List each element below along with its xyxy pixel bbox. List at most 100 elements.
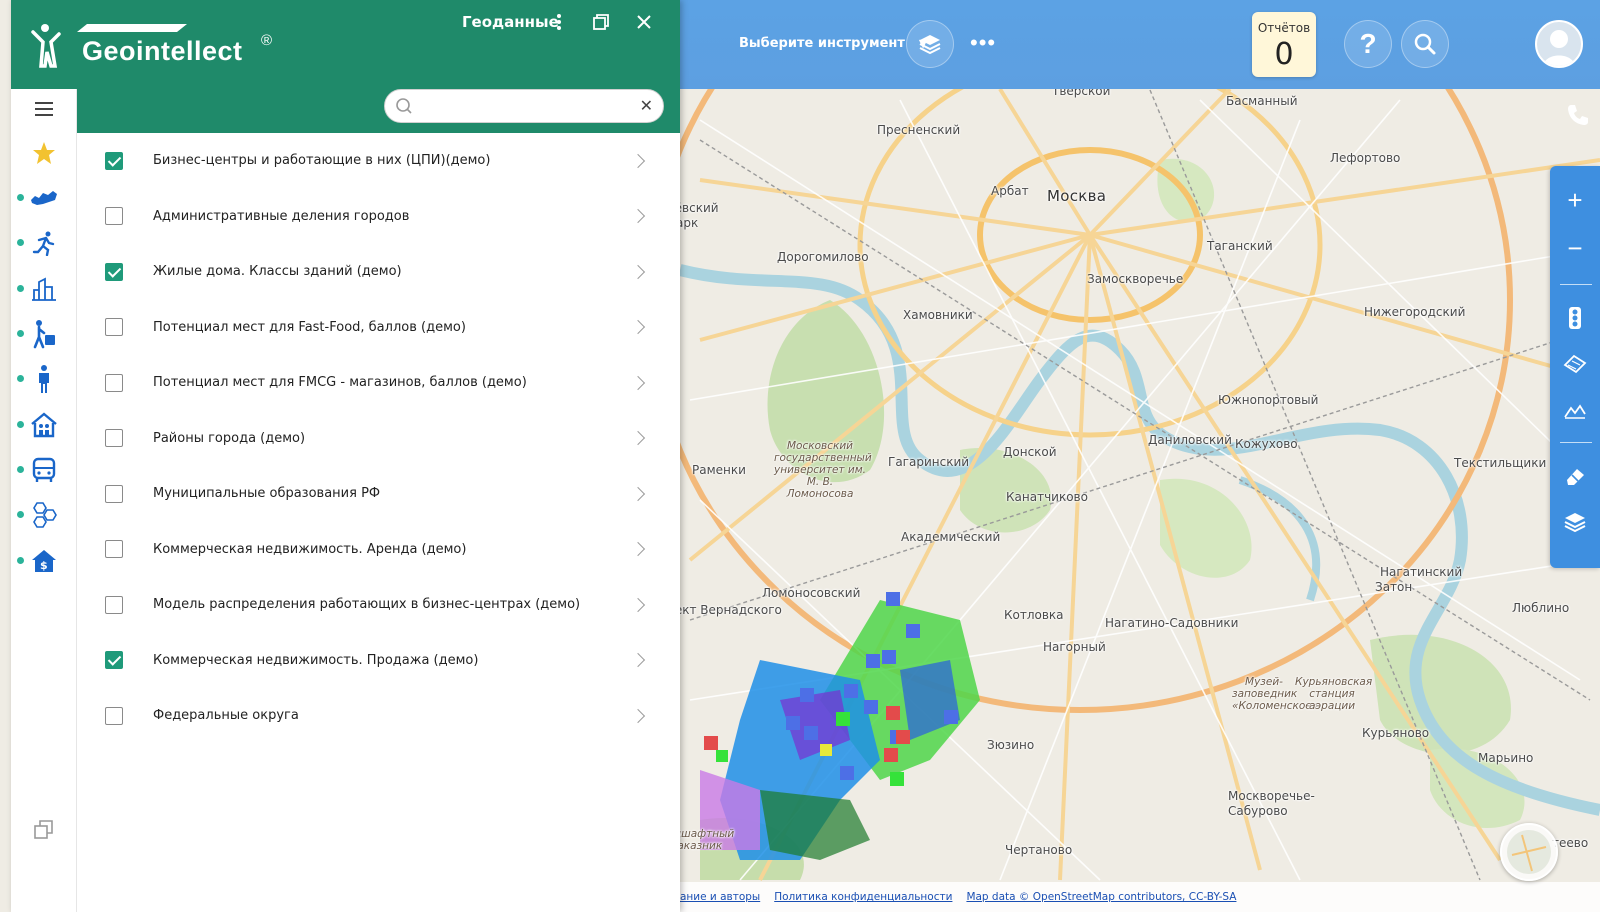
- hex-grid-category[interactable]: [11, 495, 77, 535]
- layer-checkbox[interactable]: [105, 651, 123, 670]
- tool-select[interactable]: Выберите инструмент ▼: [739, 31, 927, 55]
- logo: Geointellect ®: [29, 18, 289, 74]
- minus-icon: −: [1567, 232, 1583, 263]
- reports-counter[interactable]: Отчётов 0: [1252, 12, 1316, 77]
- panel-search-bar: ✕: [77, 89, 680, 133]
- chevron-right-icon[interactable]: [630, 320, 646, 335]
- transport-category[interactable]: [11, 450, 77, 490]
- layer-checkbox[interactable]: [105, 207, 123, 226]
- layer-checkbox[interactable]: [105, 318, 123, 337]
- top-toolbar: Выберите инструмент ▼ ••• Отчётов 0 ?: [680, 0, 1600, 89]
- clear-search-icon[interactable]: ✕: [640, 96, 653, 116]
- window-copy-icon: [34, 820, 53, 839]
- house-money-icon: $: [32, 550, 56, 572]
- housing-category[interactable]: [11, 405, 77, 445]
- layer-row[interactable]: Коммерческая недвижимость. Аренда (демо): [77, 522, 680, 578]
- category-indicator: [17, 330, 24, 337]
- layer-row[interactable]: Модель распределения работающих в бизнес…: [77, 577, 680, 633]
- collapse-panel-button[interactable]: [33, 819, 55, 841]
- population-category[interactable]: [11, 359, 77, 399]
- buildings-category[interactable]: [11, 269, 77, 309]
- zoom-out-button[interactable]: −: [1550, 228, 1600, 268]
- layer-row[interactable]: Муниципальные образования РФ: [77, 466, 680, 522]
- help-button[interactable]: ?: [1344, 20, 1392, 68]
- zoom-in-button[interactable]: +: [1550, 180, 1600, 220]
- panel-close-button[interactable]: [632, 10, 656, 34]
- traffic-button[interactable]: [1550, 298, 1600, 338]
- layer-list: Бизнес-центры и работающие в них (ЦПИ)(д…: [77, 133, 680, 744]
- layer-checkbox[interactable]: [105, 429, 123, 448]
- layer-checkbox[interactable]: [105, 595, 123, 614]
- layer-checkbox[interactable]: [105, 151, 123, 170]
- geodata-panel: Geointellect ® Геоданные ✕ $ Бизнес-цент…: [11, 0, 680, 912]
- layer-checkbox[interactable]: [105, 540, 123, 559]
- layer-label: Коммерческая недвижимость. Продажа (демо…: [153, 652, 479, 668]
- chevron-right-icon[interactable]: [630, 486, 646, 501]
- panel-menu-button[interactable]: [547, 10, 571, 34]
- layer-row[interactable]: Коммерческая недвижимость. Продажа (демо…: [77, 633, 680, 689]
- chevron-right-icon[interactable]: [630, 264, 646, 279]
- bus-icon: [32, 457, 56, 482]
- logo-figure-icon: [31, 24, 61, 68]
- phone-button[interactable]: [1556, 93, 1600, 137]
- osm-link[interactable]: Map data © OpenStreetMap contributors, C…: [966, 891, 1236, 903]
- running-person-icon: [32, 231, 55, 256]
- category-indicator: [17, 285, 24, 292]
- layer-checkbox[interactable]: [105, 706, 123, 725]
- traffic-light-icon: [1569, 307, 1581, 329]
- activity-category[interactable]: [11, 223, 77, 263]
- chevron-right-icon[interactable]: [630, 153, 646, 168]
- menu-button[interactable]: [11, 89, 77, 129]
- chevron-right-icon[interactable]: [630, 708, 646, 723]
- chevron-right-icon[interactable]: [630, 597, 646, 612]
- layer-label: Муниципальные образования РФ: [153, 486, 381, 502]
- polygon-tool-button[interactable]: [1550, 344, 1600, 384]
- layer-row[interactable]: Районы города (демо): [77, 411, 680, 467]
- eraser-button[interactable]: [1550, 456, 1600, 496]
- layer-row[interactable]: Жилые дома. Классы зданий (демо): [77, 244, 680, 300]
- kebab-icon: [557, 14, 561, 30]
- layer-row[interactable]: Федеральные округа: [77, 688, 680, 744]
- avatar[interactable]: [1535, 20, 1583, 68]
- layer-row[interactable]: Административные деления городов: [77, 189, 680, 245]
- profile-tool-button[interactable]: [1550, 390, 1600, 430]
- privacy-link[interactable]: Политика конфиденциальности: [774, 891, 952, 903]
- reports-count: 0: [1274, 37, 1294, 72]
- category-indicator: [17, 421, 24, 428]
- regions-category[interactable]: [11, 178, 77, 218]
- favorites-category[interactable]: [11, 133, 77, 173]
- layer-label: Коммерческая недвижимость. Аренда (демо): [153, 541, 467, 557]
- layer-search-input[interactable]: [421, 98, 640, 114]
- real-estate-category[interactable]: $: [11, 541, 77, 581]
- category-indicator: [17, 511, 24, 518]
- chevron-right-icon[interactable]: [630, 431, 646, 446]
- chevron-right-icon[interactable]: [630, 653, 646, 668]
- minimap-button[interactable]: [1500, 823, 1558, 881]
- layer-label: Потенциал мест для Fast-Food, баллов (де…: [153, 319, 466, 335]
- layer-checkbox[interactable]: [105, 373, 123, 392]
- chevron-right-icon[interactable]: [630, 375, 646, 390]
- layer-checkbox[interactable]: [105, 484, 123, 503]
- category-rail: $: [11, 89, 77, 912]
- search-button[interactable]: [1401, 20, 1449, 68]
- layers-button[interactable]: [906, 20, 954, 68]
- panel-restore-button[interactable]: [589, 10, 613, 34]
- layer-label: Районы города (демо): [153, 430, 306, 446]
- star-icon: [33, 142, 55, 164]
- tourism-category[interactable]: [11, 314, 77, 354]
- layer-row[interactable]: Потенциал мест для Fast-Food, баллов (де…: [77, 300, 680, 356]
- category-indicator: [17, 466, 24, 473]
- terms-link[interactable]: ание и авторы: [680, 891, 760, 903]
- category-indicator: [17, 557, 24, 564]
- search-icon: [396, 98, 412, 114]
- stack-layers-icon: [1564, 513, 1586, 533]
- base-layers-button[interactable]: [1550, 502, 1600, 542]
- layer-label: Жилые дома. Классы зданий (демо): [153, 264, 402, 280]
- toolbar-divider: [1560, 284, 1592, 285]
- layer-row[interactable]: Бизнес-центры и работающие в них (ЦПИ)(д…: [77, 133, 680, 189]
- more-options-icon[interactable]: •••: [970, 30, 996, 56]
- layer-row[interactable]: Потенциал мест для FMCG - магазинов, бал…: [77, 355, 680, 411]
- chevron-right-icon[interactable]: [630, 542, 646, 557]
- chevron-right-icon[interactable]: [630, 209, 646, 224]
- layer-checkbox[interactable]: [105, 262, 123, 281]
